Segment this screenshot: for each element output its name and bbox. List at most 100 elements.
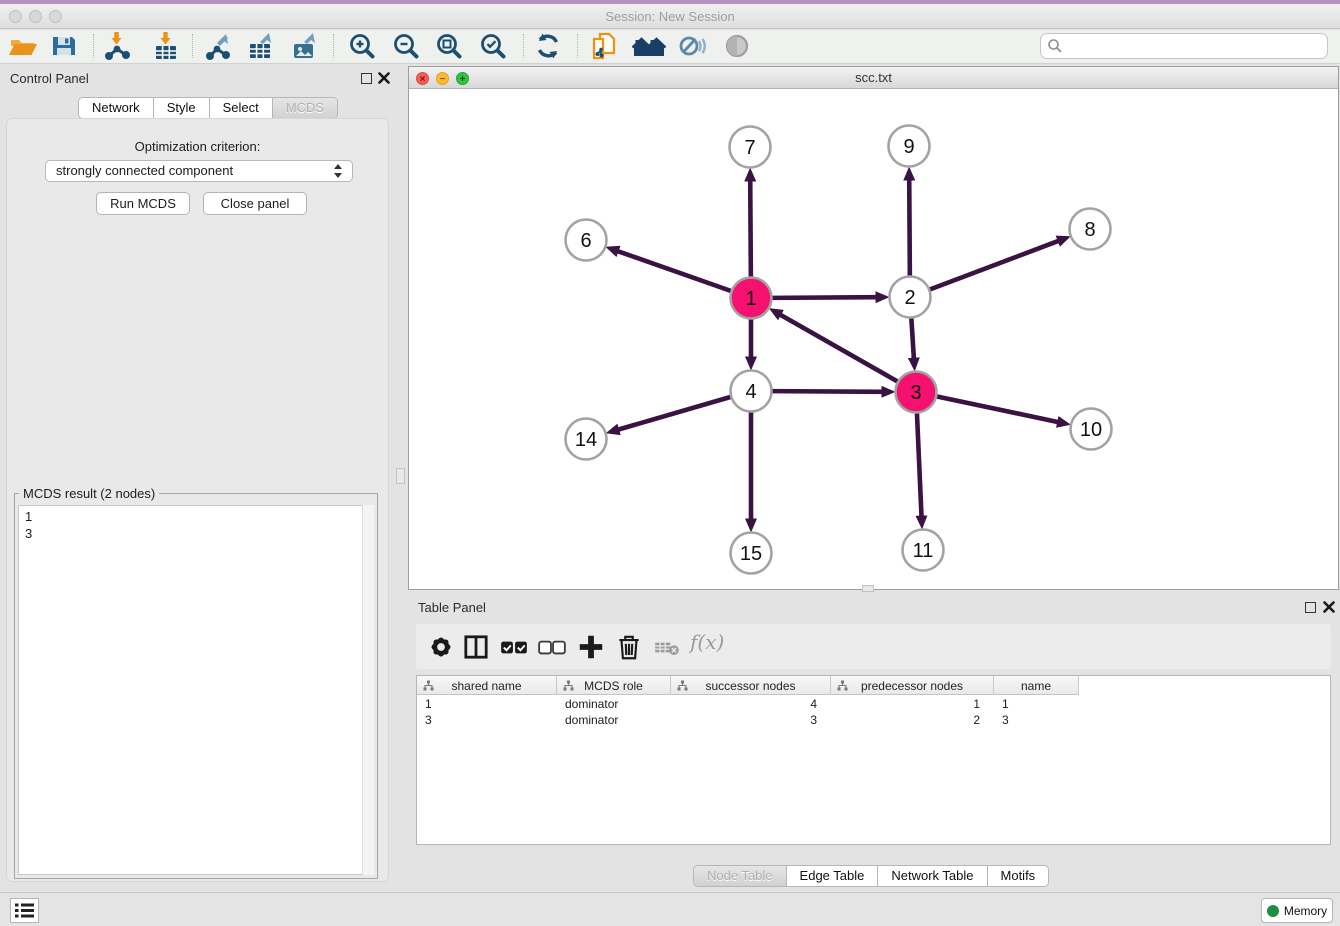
export-image-button[interactable] <box>290 31 322 61</box>
edge-1-6[interactable] <box>618 251 731 291</box>
column-header-label: successor nodes <box>705 679 795 693</box>
network-view-window: × − + scc.txt 7968124314101511 <box>408 66 1339 590</box>
clone-network-button[interactable] <box>589 31 621 61</box>
toolbar-separator <box>333 34 334 58</box>
table-cell[interactable]: 2 <box>831 712 994 728</box>
node-label-1: 1 <box>745 288 756 310</box>
optimization-criterion-value: strongly connected component <box>56 163 233 178</box>
tab-network-table[interactable]: Network Table <box>878 866 987 886</box>
column-header-successor-nodes[interactable]: successor nodes <box>671 676 831 695</box>
memory-button-label: Memory <box>1284 904 1327 918</box>
cyndex-home-button[interactable] <box>632 31 664 61</box>
search-input[interactable] <box>1040 33 1328 59</box>
export-image-icon <box>290 31 320 61</box>
table-cell[interactable]: dominator <box>557 712 671 728</box>
table-cell[interactable]: 3 <box>994 712 1079 728</box>
close-table-panel-icon[interactable] <box>1323 601 1335 613</box>
delete-table-button[interactable] <box>652 632 682 662</box>
mcds-result-text[interactable]: 13 <box>18 505 374 875</box>
deselect-all-columns-button[interactable] <box>537 632 567 662</box>
close-panel-button[interactable]: Close panel <box>203 192 307 215</box>
edge-1-7[interactable] <box>750 180 751 276</box>
open-session-button[interactable] <box>7 31 39 61</box>
add-column-button[interactable] <box>576 632 606 662</box>
node-label-10: 10 <box>1080 419 1102 441</box>
task-history-button[interactable] <box>10 898 39 923</box>
close-panel-icon[interactable] <box>378 72 390 84</box>
edge-3-10[interactable] <box>937 396 1058 422</box>
result-scrollbar[interactable] <box>362 505 374 875</box>
window-title: Session: New Session <box>0 4 1340 29</box>
mcds-result-line: 3 <box>25 525 373 542</box>
table-cell[interactable]: 3 <box>417 712 557 728</box>
edge-2-9[interactable] <box>909 179 910 275</box>
column-header-predecessor-nodes[interactable]: predecessor nodes <box>831 676 994 695</box>
table-cell[interactable]: dominator <box>557 696 671 712</box>
zoom-out-button[interactable] <box>391 31 423 61</box>
mcds-panel: Optimization criterion: strongly connect… <box>6 118 389 882</box>
zoom-in-button[interactable] <box>347 31 379 61</box>
node-label-3: 3 <box>910 382 921 404</box>
memory-button[interactable]: Memory <box>1261 898 1333 923</box>
attribute-type-icon <box>563 680 574 691</box>
network-canvas[interactable]: 7968124314101511 <box>409 89 1338 589</box>
hide-graphics-icon <box>677 31 707 61</box>
edge-3-11[interactable] <box>917 413 922 516</box>
network-window-titlebar[interactable]: × − + scc.txt <box>409 67 1338 89</box>
refresh-layout-button[interactable] <box>533 31 565 61</box>
node-table: shared nameMCDS role successor nodes prede… <box>416 675 1331 845</box>
table-cell[interactable]: 1 <box>831 696 994 712</box>
horizontal-split-grip[interactable] <box>862 585 874 592</box>
vertical-split-grip[interactable] <box>396 468 405 484</box>
edge-4-14[interactable] <box>618 397 730 430</box>
table-cell[interactable]: 3 <box>671 712 831 728</box>
mcds-result-line: 1 <box>25 508 373 525</box>
tab-select[interactable]: Select <box>210 98 273 118</box>
node-label-9: 9 <box>903 136 914 158</box>
table-cell[interactable]: 4 <box>671 696 831 712</box>
optimization-criterion-label: Optimization criterion: <box>7 139 388 154</box>
edge-3-1[interactable] <box>780 315 897 382</box>
save-session-button[interactable] <box>49 31 81 61</box>
run-mcds-button[interactable]: Run MCDS <box>96 192 190 215</box>
float-panel-icon[interactable] <box>361 73 372 84</box>
tab-mcds[interactable]: MCDS <box>273 98 337 118</box>
tab-network[interactable]: Network <box>79 98 154 118</box>
zoom-fit-button[interactable] <box>434 31 466 61</box>
tab-edge-table[interactable]: Edge Table <box>787 866 879 886</box>
table-settings-button[interactable] <box>426 632 456 662</box>
optimization-criterion-select[interactable]: strongly connected component <box>45 160 353 182</box>
table-cell[interactable]: 1 <box>417 696 557 712</box>
table-cell[interactable]: 1 <box>994 696 1079 712</box>
table-row[interactable]: 3dominator323 <box>417 712 1330 728</box>
edge-2-8[interactable] <box>930 241 1059 290</box>
export-network-button[interactable] <box>203 31 235 61</box>
export-table-button[interactable] <box>246 31 278 61</box>
hide-graphics-button[interactable] <box>677 31 709 61</box>
titlebar: Session: New Session <box>0 4 1340 29</box>
toolbar-separator <box>192 34 193 58</box>
float-table-panel-icon[interactable] <box>1305 602 1316 613</box>
toolbar-separator <box>523 34 524 58</box>
edge-2-3[interactable] <box>911 318 914 358</box>
function-builder-button[interactable]: f(x) <box>690 630 724 654</box>
import-table-button[interactable] <box>151 31 183 61</box>
edge-1-2[interactable] <box>772 297 876 298</box>
tab-motifs[interactable]: Motifs <box>988 866 1049 886</box>
column-header-shared-name[interactable]: shared name <box>417 676 557 695</box>
column-header-name[interactable]: name <box>994 676 1079 695</box>
node-label-7: 7 <box>744 137 755 159</box>
export-network-icon <box>203 31 233 61</box>
table-row[interactable]: 1dominator411 <box>417 696 1330 712</box>
edge-4-3[interactable] <box>772 391 882 392</box>
zoom-selected-button[interactable] <box>478 31 510 61</box>
column-header-MCDS-role[interactable]: MCDS role <box>557 676 671 695</box>
show-graphics-button[interactable] <box>722 31 754 61</box>
import-network-button[interactable] <box>102 31 134 61</box>
delete-column-button[interactable] <box>614 632 644 662</box>
tab-node-table[interactable]: Node Table <box>694 866 787 886</box>
tab-style[interactable]: Style <box>154 98 210 118</box>
select-all-columns-button[interactable] <box>499 632 529 662</box>
control-panel: Control Panel NetworkStyleSelectMCDS Opt… <box>0 66 395 886</box>
split-columns-button[interactable] <box>461 632 491 662</box>
